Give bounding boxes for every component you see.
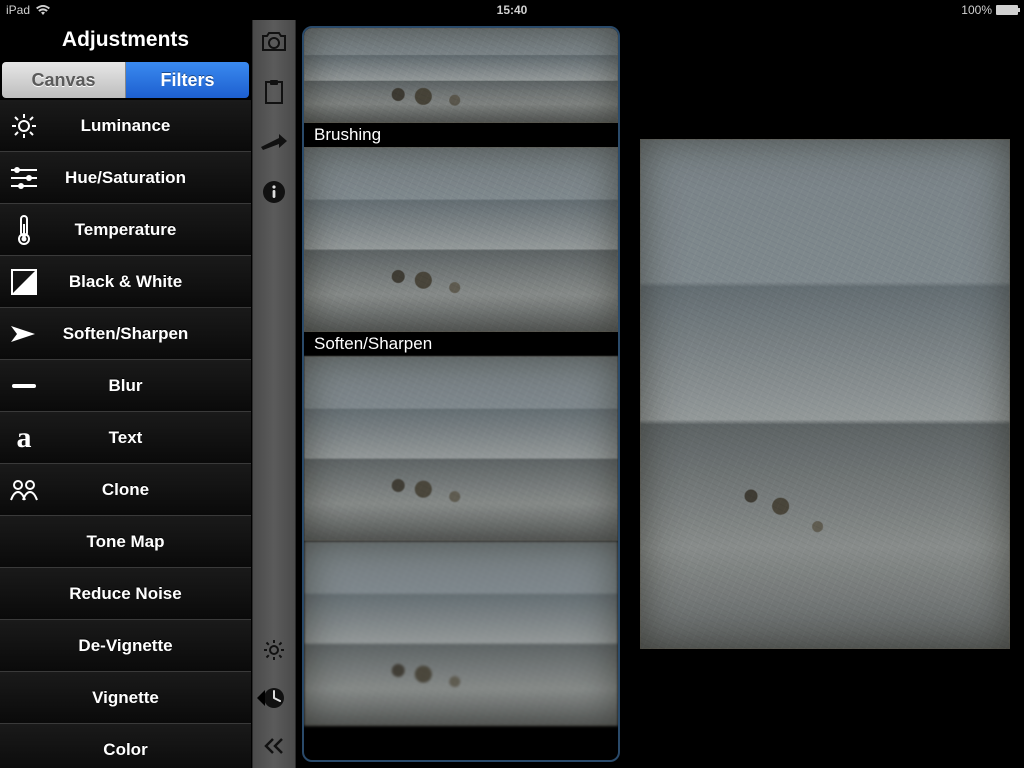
filter-item-label: De-Vignette — [0, 636, 251, 656]
history-thumbnail — [304, 147, 618, 332]
filter-item-label: Reduce Noise — [0, 584, 251, 604]
history-step-label: Soften/Sharpen — [304, 332, 618, 356]
history-thumbnail — [304, 28, 618, 123]
canvas-area[interactable] — [626, 20, 1024, 768]
filter-item-label: Black & White — [48, 272, 251, 292]
dash-icon — [0, 381, 48, 391]
active-indicator — [257, 690, 265, 706]
history-preview-list[interactable]: Brushing Soften/Sharpen — [302, 26, 620, 762]
history-step-label: Brushing — [304, 123, 618, 147]
filter-list: Luminance Hue/Saturation Temperature Black … — [0, 100, 251, 768]
filter-item-label: Vignette — [0, 688, 251, 708]
history-step[interactable] — [304, 356, 618, 541]
history-step[interactable] — [304, 147, 618, 332]
battery-percent: 100% — [961, 3, 992, 17]
filter-item-reduce-noise[interactable]: Reduce Noise — [0, 568, 251, 620]
a-icon: a — [0, 423, 48, 453]
history-thumbnail — [304, 541, 618, 726]
history-preview-panel: Brushing Soften/Sharpen — [296, 20, 626, 768]
camera-button[interactable] — [258, 26, 290, 58]
filter-item-black-white[interactable]: Black & White — [0, 256, 251, 308]
tab-canvas[interactable]: Canvas — [2, 62, 126, 98]
battery-icon — [996, 5, 1018, 15]
wifi-icon — [36, 4, 50, 16]
filter-item-luminance[interactable]: Luminance — [0, 100, 251, 152]
filter-item-blur[interactable]: Blur — [0, 360, 251, 412]
device-label: iPad — [6, 3, 30, 17]
filter-item-label: Tone Map — [0, 532, 251, 552]
filter-item-de-vignette[interactable]: De-Vignette — [0, 620, 251, 672]
sliders-icon — [0, 165, 48, 191]
clipboard-button[interactable] — [258, 76, 290, 108]
filter-item-label: Text — [48, 428, 251, 448]
filter-item-label: Temperature — [48, 220, 251, 240]
filter-item-vignette[interactable]: Vignette — [0, 672, 251, 724]
history-thumbnail — [304, 356, 618, 541]
collapse-button[interactable] — [258, 730, 290, 762]
tool-rail — [252, 20, 296, 768]
status-bar: iPad 15:40 100% — [0, 0, 1024, 20]
filter-item-label: Luminance — [48, 116, 251, 136]
history-step[interactable] — [304, 28, 618, 123]
share-button[interactable] — [258, 126, 290, 158]
history-step[interactable] — [304, 541, 618, 726]
filter-item-text[interactable]: aText — [0, 412, 251, 464]
filter-item-label: Color — [0, 740, 251, 760]
settings-button[interactable] — [258, 634, 290, 666]
filter-item-label: Soften/Sharpen — [48, 324, 251, 344]
arrowhead-icon — [0, 324, 48, 344]
panel-title: Adjustments — [0, 20, 251, 62]
tab-filters[interactable]: Filters — [126, 62, 249, 98]
info-button[interactable] — [258, 176, 290, 208]
filter-item-color[interactable]: Color — [0, 724, 251, 768]
filter-item-temperature[interactable]: Temperature — [0, 204, 251, 256]
filter-item-soften-sharpen[interactable]: Soften/Sharpen — [0, 308, 251, 360]
filter-item-hue-saturation[interactable]: Hue/Saturation — [0, 152, 251, 204]
canvas-image — [640, 139, 1010, 649]
filter-item-label: Blur — [48, 376, 251, 396]
thermometer-icon — [0, 214, 48, 246]
history-button[interactable] — [258, 682, 290, 714]
bw-icon — [0, 268, 48, 296]
filter-item-label: Hue/Saturation — [48, 168, 251, 188]
filter-item-tone-map[interactable]: Tone Map — [0, 516, 251, 568]
sun-icon — [0, 112, 48, 140]
clock: 15:40 — [497, 3, 528, 17]
clone-icon — [0, 476, 48, 504]
adjustments-panel: Adjustments Canvas Filters Luminance Hue/… — [0, 20, 252, 768]
filter-item-label: Clone — [48, 480, 251, 500]
canvas-filters-tabs: Canvas Filters — [2, 62, 249, 98]
filter-item-clone[interactable]: Clone — [0, 464, 251, 516]
